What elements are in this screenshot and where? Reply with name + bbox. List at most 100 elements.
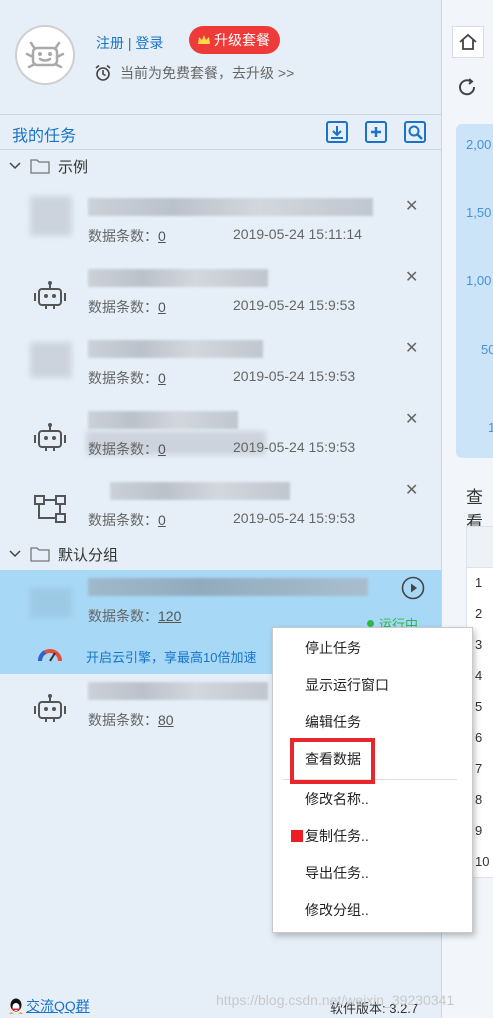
group-default[interactable]: 默认分组	[0, 540, 441, 568]
folder-icon	[30, 547, 50, 562]
count-label: 数据条数：	[88, 370, 158, 386]
task-item[interactable]: 数据条数：0 2019-05-24 15:9:53 ✕	[0, 403, 441, 474]
task-item[interactable]: 数据条数：0 2019-05-24 15:9:53 ✕	[0, 332, 441, 403]
speed-gauge-icon	[38, 649, 62, 662]
task-date: 2019-05-24 15:9:53	[233, 297, 356, 313]
auth-links: 注册 | 登录	[96, 33, 163, 53]
group-name: 示例	[58, 158, 89, 176]
qq-penguin-icon	[9, 998, 23, 1014]
plan-text: 当前为免费套餐，去升级 >>	[120, 65, 295, 81]
row-number: 5	[475, 699, 483, 714]
annotation-red-mark	[291, 830, 303, 842]
login-link[interactable]: 登录	[135, 35, 163, 51]
group-examples[interactable]: 示例	[0, 152, 441, 180]
count-value[interactable]: 80	[158, 712, 174, 728]
task-count: 数据条数：0	[88, 368, 166, 388]
count-label: 数据条数：	[88, 441, 158, 457]
import-task-icon[interactable]	[325, 120, 349, 144]
chevron-down-icon	[9, 550, 21, 558]
alarm-clock-icon	[95, 64, 111, 81]
count-value[interactable]: 120	[158, 608, 181, 624]
row-number: 1	[475, 575, 483, 590]
watermark: https://blog.csdn.net/weixin_39230341	[216, 992, 455, 1008]
close-icon[interactable]: ✕	[405, 196, 418, 216]
count-value[interactable]: 0	[158, 512, 166, 528]
count-label: 数据条数：	[88, 228, 158, 244]
crown-icon	[198, 35, 210, 44]
count-label: 数据条数：	[88, 608, 158, 624]
chart-area	[456, 124, 493, 458]
task-count: 数据条数：0	[88, 510, 166, 530]
y-tick-label: 50	[481, 342, 493, 357]
y-tick-label: 1	[488, 420, 493, 435]
task-date: 2019-05-24 15:11:14	[233, 226, 362, 242]
my-tasks-title: 我的任务	[12, 128, 77, 145]
close-icon[interactable]: ✕	[405, 409, 418, 429]
chevron-down-icon	[9, 162, 21, 170]
toolbar-divider	[0, 149, 441, 150]
blurred-task-icon	[30, 342, 72, 378]
robot-icon	[34, 694, 66, 722]
count-value[interactable]: 0	[158, 441, 166, 457]
blurred-task-icon	[30, 196, 72, 236]
qq-group-link[interactable]: 交流QQ群	[8, 996, 90, 1016]
row-number: 10	[475, 854, 490, 869]
count-value[interactable]: 0	[158, 370, 166, 386]
home-button[interactable]	[452, 26, 484, 58]
row-number: 2	[475, 606, 483, 621]
home-icon	[459, 33, 477, 50]
count-label: 数据条数：	[88, 512, 158, 528]
task-date: 2019-05-24 15:9:53	[233, 368, 356, 384]
task-name-blurred	[88, 682, 268, 700]
close-icon[interactable]: ✕	[405, 267, 418, 287]
refresh-icon[interactable]	[456, 76, 478, 98]
blurred-task-icon	[30, 588, 72, 618]
task-name-blurred	[110, 482, 290, 500]
menu-change-group[interactable]: 修改分组..	[273, 892, 472, 928]
task-date: 2019-05-24 15:9:53	[233, 439, 356, 455]
play-circle-icon[interactable]	[401, 576, 425, 600]
table-header	[467, 527, 493, 568]
y-tick-label: 2,00	[466, 137, 492, 152]
count-label: 数据条数：	[88, 299, 158, 315]
task-item[interactable]: 数据条数：0 2019-05-24 15:11:14 ✕	[0, 190, 441, 261]
count-value[interactable]: 0	[158, 299, 166, 315]
status-dot	[367, 620, 374, 627]
close-icon[interactable]: ✕	[405, 480, 418, 500]
task-count: 数据条数：0	[88, 439, 166, 459]
y-tick-label: 1,00	[466, 273, 492, 288]
menu-rename[interactable]: 修改名称..	[273, 781, 472, 817]
task-name-blurred	[88, 269, 268, 287]
register-link[interactable]: 注册	[96, 35, 124, 51]
menu-stop-task[interactable]: 停止任务	[273, 630, 472, 666]
menu-export-task[interactable]: 导出任务..	[273, 855, 472, 891]
close-icon[interactable]: ✕	[405, 338, 418, 358]
annotation-highlight-box	[290, 738, 375, 784]
upgrade-button[interactable]: 升级套餐	[189, 26, 280, 54]
menu-show-run-window[interactable]: 显示运行窗口	[273, 667, 472, 703]
avatar[interactable]	[15, 25, 75, 85]
y-tick-label: 1,50	[466, 205, 492, 220]
qq-group-label: 交流QQ群	[26, 998, 90, 1014]
plan-status[interactable]: 当前为免费套餐，去升级 >>	[94, 63, 294, 83]
count-value[interactable]: 0	[158, 228, 166, 244]
workflow-icon	[34, 495, 66, 523]
folder-icon	[30, 159, 50, 174]
auth-separator: |	[127, 35, 132, 51]
menu-edit-task[interactable]: 编辑任务	[273, 704, 472, 740]
row-number: 8	[475, 792, 483, 807]
upgrade-label: 升级套餐	[214, 32, 270, 48]
count-label: 数据条数：	[88, 712, 158, 728]
task-item[interactable]: 数据条数：0 2019-05-24 15:9:53 ✕	[0, 474, 441, 545]
task-item[interactable]: 数据条数：0 2019-05-24 15:9:53 ✕	[0, 261, 441, 332]
task-name-blurred	[88, 198, 373, 216]
task-count: 数据条数：0	[88, 297, 166, 317]
task-name-blurred	[88, 411, 238, 429]
row-number: 6	[475, 730, 483, 745]
row-number: 4	[475, 668, 483, 683]
task-count: 数据条数：0	[88, 226, 166, 246]
search-task-icon[interactable]	[403, 120, 427, 144]
task-date: 2019-05-24 15:9:53	[233, 510, 356, 526]
promo-text: 开启云引擎，享最高10倍加速	[86, 650, 257, 665]
add-task-icon[interactable]	[364, 120, 388, 144]
